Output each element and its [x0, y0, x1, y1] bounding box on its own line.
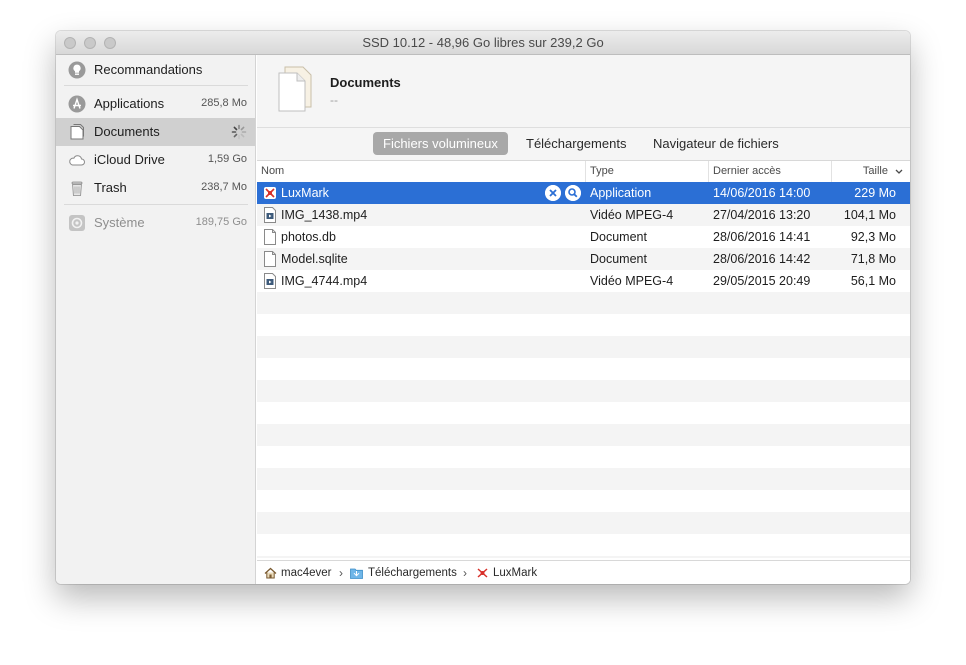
column-divider[interactable]	[585, 161, 586, 182]
empty-row	[257, 468, 910, 490]
empty-row	[257, 424, 910, 446]
file-last-access: 28/06/2016 14:42	[713, 252, 811, 266]
column-header-size[interactable]: Taille	[863, 165, 888, 177]
folder-subtitle: --	[330, 93, 338, 107]
folder-icon	[350, 568, 363, 579]
title-bar: SSD 10.12 - 48,96 Go libres sur 239,2 Go	[56, 31, 910, 55]
file-type: Application	[590, 186, 652, 200]
sidebar-item-size: 189,75 Go	[195, 216, 247, 228]
sidebar-divider	[64, 85, 248, 86]
sidebar-item-icloud-drive[interactable]: iCloud Drive 1,59 Go	[56, 146, 255, 174]
sidebar-item-documents[interactable]: Documents	[56, 118, 255, 146]
path-crumb[interactable]: LuxMark	[493, 567, 537, 579]
sidebar-item-size: 1,59 Go	[207, 153, 247, 165]
file-size: 56,1 Mo	[850, 274, 896, 288]
sidebar: Recommandations Applications 285,8 Mo Do…	[56, 55, 256, 584]
file-last-access: 29/05/2015 20:49	[713, 274, 811, 288]
path-bar: mac4ever › Téléchargements › LuxMark	[257, 560, 910, 584]
sidebar-divider	[64, 204, 248, 205]
table-row[interactable]: IMG_1438.mp4 Vidéo MPEG-4 27/04/2016 13:…	[257, 204, 910, 226]
sidebar-item-applications[interactable]: Applications 285,8 Mo	[56, 90, 255, 118]
sidebar-item-label: Recommandations	[94, 62, 203, 77]
magnifier-icon[interactable]	[565, 185, 581, 201]
file-type: Vidéo MPEG-4	[590, 208, 674, 222]
path-crumb[interactable]: mac4ever	[281, 567, 332, 579]
sidebar-item-size: 238,7 Mo	[201, 181, 247, 193]
file-type: Vidéo MPEG-4	[590, 274, 674, 288]
table-row[interactable]: photos.db Document 28/06/2016 14:41 92,3…	[257, 226, 910, 248]
file-table: LuxMark Application 14/06/2016 14:00 229…	[257, 182, 910, 558]
app-icon	[477, 568, 488, 578]
chevron-right-icon: ›	[463, 566, 467, 580]
sidebar-item-systeme[interactable]: Système 189,75 Go	[56, 209, 255, 237]
documents-folder-icon	[278, 66, 312, 112]
file-size: 104,1 Mo	[843, 208, 896, 222]
file-last-access: 28/06/2016 14:41	[713, 230, 811, 244]
video-file-icon	[264, 273, 276, 289]
column-header-type[interactable]: Type	[590, 165, 614, 177]
file-size: 92,3 Mo	[850, 230, 896, 244]
empty-row	[257, 336, 910, 358]
main-panel: Documents -- Fichiers volumineux Télécha…	[257, 55, 910, 584]
file-last-access: 14/06/2016 14:00	[713, 186, 811, 200]
column-header-last-access[interactable]: Dernier accès	[713, 165, 781, 177]
column-header-name[interactable]: Nom	[261, 165, 284, 177]
file-name: IMG_1438.mp4	[281, 208, 368, 222]
file-type: Document	[590, 230, 647, 244]
tab-telechargements[interactable]: Téléchargements	[516, 132, 636, 155]
trash-icon	[71, 181, 83, 196]
tab-fichiers-volumineux[interactable]: Fichiers volumineux	[373, 132, 508, 155]
sidebar-item-size: 285,8 Mo	[201, 97, 247, 109]
file-size: 229 Mo	[854, 186, 896, 200]
sidebar-item-label: Applications	[94, 96, 165, 111]
sidebar-item-label: iCloud Drive	[94, 152, 165, 167]
sidebar-item-trash[interactable]: Trash 238,7 Mo	[56, 174, 255, 202]
empty-row	[257, 512, 910, 534]
cloud-icon	[69, 155, 85, 166]
file-name: IMG_4744.mp4	[281, 274, 368, 288]
empty-row	[257, 556, 910, 558]
chevron-right-icon: ›	[339, 566, 343, 580]
lightbulb-icon	[68, 61, 86, 79]
column-divider[interactable]	[831, 161, 832, 182]
app-store-icon	[68, 95, 86, 113]
file-icon	[264, 251, 276, 267]
tab-navigateur-de-fichiers[interactable]: Navigateur de fichiers	[643, 132, 789, 155]
sidebar-item-label: Système	[94, 215, 145, 230]
empty-row	[257, 292, 910, 314]
file-last-access: 27/04/2016 13:20	[713, 208, 811, 222]
system-icon	[69, 215, 85, 231]
table-row[interactable]: Model.sqlite Document 28/06/2016 14:42 7…	[257, 248, 910, 270]
file-icon	[264, 229, 276, 245]
table-row[interactable]: LuxMark Application 14/06/2016 14:00 229…	[257, 182, 910, 204]
sidebar-item-label: Documents	[94, 124, 160, 139]
sort-descending-icon[interactable]	[895, 169, 903, 175]
empty-row	[257, 380, 910, 402]
remove-icon[interactable]	[545, 185, 561, 201]
sidebar-item-recommandations[interactable]: Recommandations	[56, 56, 255, 84]
path-crumb[interactable]: Téléchargements	[368, 567, 457, 579]
file-name: photos.db	[281, 230, 336, 244]
app-icon	[264, 187, 276, 199]
folder-header: Documents --	[257, 55, 910, 128]
file-name: LuxMark	[281, 186, 329, 200]
video-file-icon	[264, 207, 276, 223]
sidebar-item-label: Trash	[94, 180, 127, 195]
column-divider[interactable]	[708, 161, 709, 182]
table-row[interactable]: IMG_4744.mp4 Vidéo MPEG-4 29/05/2015 20:…	[257, 270, 910, 292]
file-type: Document	[590, 252, 647, 266]
window-title: SSD 10.12 - 48,96 Go libres sur 239,2 Go	[362, 35, 604, 50]
spinner-icon	[231, 124, 247, 140]
document-icon	[70, 124, 84, 140]
folder-title: Documents	[330, 75, 401, 90]
app-window: SSD 10.12 - 48,96 Go libres sur 239,2 Go…	[56, 31, 910, 584]
home-icon	[264, 567, 277, 579]
table-header: Nom Type Dernier accès Taille	[257, 161, 910, 183]
tab-bar: Fichiers volumineux Téléchargements Navi…	[257, 128, 910, 161]
file-size: 71,8 Mo	[850, 252, 896, 266]
file-name: Model.sqlite	[281, 252, 348, 266]
row-actions	[545, 185, 585, 201]
